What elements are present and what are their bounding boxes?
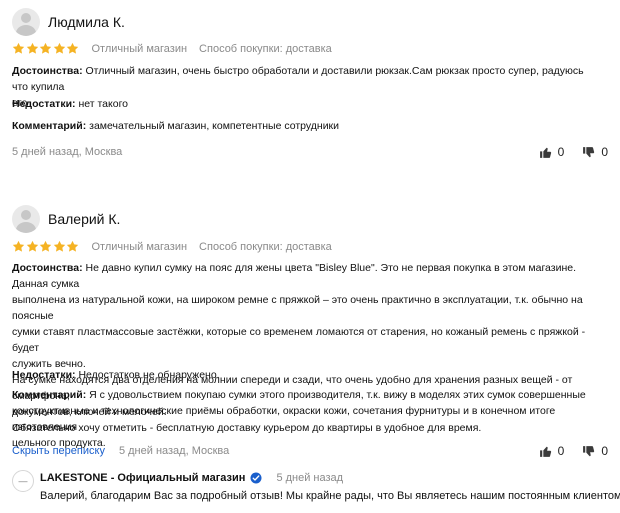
star-icon — [66, 240, 79, 252]
avatar — [12, 205, 40, 233]
cons-text: нет такого — [78, 98, 129, 110]
shop-reply: — LAKESTONE - Официальный магазин 5 дней… — [12, 470, 620, 510]
shop-name[interactable]: LAKESTONE - Официальный магазин — [40, 472, 245, 484]
star-icon — [39, 240, 52, 252]
comment-label: Комментарий: — [12, 120, 87, 132]
pros-line: выполнена из натуральной кожи, на широко… — [12, 294, 583, 322]
star-icon — [39, 42, 52, 54]
pros-label: Достоинства: — [12, 65, 83, 77]
pros-line: Отличный магазин, очень быстро обработал… — [12, 65, 584, 93]
reviewer-name[interactable]: Людмила К. — [48, 14, 125, 30]
thumbs-down-icon[interactable] — [582, 445, 595, 458]
star-icon — [66, 42, 79, 54]
thumbs-up-icon[interactable] — [539, 445, 552, 458]
verified-check-icon — [250, 472, 262, 484]
thumbs-up-icon[interactable] — [539, 146, 552, 159]
pros-label: Достоинства: — [12, 262, 83, 274]
reviewer-name[interactable]: Валерий К. — [48, 211, 120, 227]
rating-stars — [12, 42, 80, 55]
review-date: 5 дней назад, Москва — [118, 445, 230, 457]
votes: 0 0 — [539, 444, 608, 458]
reply-date: 5 дней назад — [276, 472, 344, 484]
shop-name-row: LAKESTONE - Официальный магазин 5 дней н… — [40, 472, 343, 484]
star-icon — [53, 42, 65, 54]
review-footer: 5 дней назад, Москва 0 0 — [12, 145, 608, 159]
comment-block: Комментарий: замечательный магазин, комп… — [12, 118, 602, 134]
comment-block: Комментарий: Я с удовольствием покупаю с… — [12, 387, 602, 451]
cons-label: Недостатки: — [12, 98, 76, 110]
review-header: Валерий К. — [12, 205, 120, 233]
rating-stars — [12, 240, 80, 253]
review-footer: Скрыть переписку 5 дней назад, Москва 0 … — [12, 444, 608, 458]
star-icon — [26, 42, 38, 54]
shop-logo-icon: — — [12, 470, 34, 492]
shop-rating-text: Отличный магазин — [91, 42, 188, 55]
star-icon — [26, 240, 38, 252]
pros-line: сумки ставят пластмассовые застёжки, кот… — [12, 326, 586, 354]
comment-line: замечательный магазин, компетентные сотр… — [89, 120, 340, 132]
star-icon — [12, 240, 25, 252]
dislikes-count: 0 — [601, 145, 608, 159]
hide-thread-link[interactable]: Скрыть переписку — [12, 445, 105, 457]
review-header: Людмила К. — [12, 8, 125, 36]
likes-count: 0 — [557, 145, 565, 159]
comment-label: Комментарий: — [12, 389, 87, 401]
comment-line: Я с удовольствием покупаю сумки этого пр… — [89, 389, 586, 401]
review-meta: Отличный магазин Способ покупки: доставк… — [12, 42, 332, 55]
votes: 0 0 — [539, 145, 608, 159]
review-meta: Отличный магазин Способ покупки: доставк… — [12, 240, 332, 253]
cons-block: Недостатки: нет такого — [12, 96, 602, 112]
reply-text: Валерий, благодарим Вас за подробный отз… — [40, 490, 620, 502]
purchase-method: Способ покупки: доставка — [199, 42, 332, 55]
likes-count: 0 — [557, 444, 565, 458]
star-icon — [12, 42, 25, 54]
comment-line: конструктивные и технологические приёмы … — [12, 405, 556, 433]
star-icon — [53, 240, 65, 252]
cons-label: Недостатки: — [12, 369, 76, 381]
avatar — [12, 8, 40, 36]
review-date: 5 дней назад, Москва — [12, 146, 123, 158]
thumbs-down-icon[interactable] — [582, 146, 595, 159]
shop-rating-text: Отличный магазин — [91, 240, 188, 253]
purchase-method: Способ покупки: доставка — [199, 240, 332, 253]
cons-block: Недостатки: Недостатков не обнаружено. — [12, 367, 602, 383]
dislikes-count: 0 — [601, 444, 608, 458]
cons-text: Недостатков не обнаружено. — [78, 369, 220, 381]
pros-line: Не давно купил сумку на пояс для жены цв… — [12, 262, 577, 290]
